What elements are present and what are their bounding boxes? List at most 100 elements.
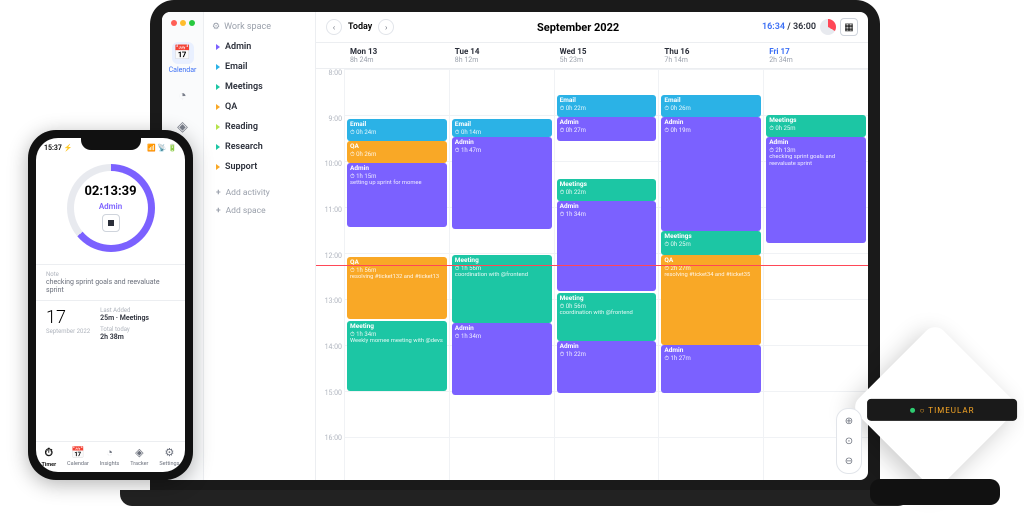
date-picker-button[interactable]: ▦: [840, 18, 858, 36]
day-header[interactable]: Thu 167h 14m: [658, 43, 763, 68]
tab-label: Timer: [41, 462, 56, 468]
calendar-event[interactable]: QA⏱ 2h 27mresolving #ticket34 and #ticke…: [661, 255, 761, 345]
sidebar-item-email[interactable]: Email: [212, 58, 307, 76]
calendar-event[interactable]: Meeting⏱ 0h 56mcoordination with @fronte…: [557, 293, 657, 341]
calendar-event[interactable]: QA⏱ 0h 26m: [347, 141, 447, 163]
day-column[interactable]: Email⏱ 0h 26mAdmin⏱ 0h 19mMeetings⏱ 0h 2…: [658, 69, 763, 480]
day-header[interactable]: Fri 172h 34m: [763, 43, 868, 68]
laptop-frame: 📅 Calendar ◔ ◈ ⚙ Work space AdminEmailMe…: [150, 0, 880, 492]
day-headers: Mon 138h 24mTue 148h 12mWed 155h 23mThu …: [316, 43, 868, 69]
calendar-event[interactable]: Admin⏱ 1h 34m: [557, 201, 657, 291]
calendar-event[interactable]: Meetings⏱ 0h 25m: [661, 231, 761, 255]
workspace-header[interactable]: ⚙ Work space: [212, 22, 307, 32]
calendar-event[interactable]: Meetings⏱ 0h 22m: [557, 179, 657, 201]
sidebar-item-qa[interactable]: QA: [212, 98, 307, 116]
calendar-event[interactable]: Admin⏱ 0h 19m: [661, 117, 761, 231]
calendar-event[interactable]: Email⏱ 0h 26m: [661, 95, 761, 117]
event-duration: ⏱ 1h 15m: [350, 173, 444, 180]
sidebar-item-reading[interactable]: Reading: [212, 118, 307, 136]
calendar-event[interactable]: Admin⏱ 1h 15msetting up sprint for momee: [347, 163, 447, 227]
add-activity-button[interactable]: + Add activity: [212, 184, 307, 202]
add-activity-label: Add activity: [226, 188, 270, 198]
settings-icon: ⚙: [164, 446, 174, 459]
stop-button[interactable]: [102, 214, 120, 232]
note-block[interactable]: Note checking sprint goals and reevaluat…: [36, 264, 185, 300]
zoom-out-button[interactable]: ⊖: [841, 453, 857, 469]
event-duration: ⏱ 1h 56m: [350, 267, 444, 274]
calendar-event[interactable]: Admin⏱ 1h 22m: [557, 341, 657, 393]
phone-frame: 15:37 ⚡ 📶 📡 🔋 02:13:39 Admin Note checki…: [28, 130, 193, 480]
timer-activity[interactable]: Admin: [99, 202, 122, 211]
hour-label: 12:00: [316, 252, 344, 298]
calendar-event[interactable]: Meetings⏱ 0h 25m: [766, 115, 866, 137]
hour-label: 10:00: [316, 160, 344, 206]
now-indicator: 12:16: [316, 265, 868, 266]
phone-tab-bar: ⏱Timer 📅 Calendar ◔Insights ◈Tracker ⚙Setting…: [36, 441, 185, 472]
day-header[interactable]: Wed 155h 23m: [554, 43, 659, 68]
event-title: Admin: [560, 203, 654, 211]
event-title: Admin: [560, 343, 654, 351]
day-name: Mon 13: [350, 47, 443, 56]
phone-tab-timer[interactable]: ⏱Timer: [41, 446, 56, 468]
minimize-icon[interactable]: [180, 20, 186, 26]
day-column[interactable]: Email⏱ 0h 24mQA⏱ 0h 26mAdmin⏱ 1h 15msett…: [344, 69, 449, 480]
date-nav: ‹ Today ›: [326, 19, 394, 35]
event-duration: ⏱ 1h 22m: [560, 351, 654, 358]
prev-button[interactable]: ‹: [326, 19, 342, 35]
calendar-event[interactable]: QA⏱ 1h 56mresolving #ticket132 and #tick…: [347, 257, 447, 319]
close-icon[interactable]: [171, 20, 177, 26]
event-title: Admin: [664, 347, 758, 355]
nav-label: Calendar: [169, 66, 197, 74]
zoom-in-button[interactable]: ⊕: [841, 413, 857, 429]
calendar-event[interactable]: Admin⏱ 0h 27m: [557, 117, 657, 141]
phone-tab-tracker[interactable]: ◈Tracker: [130, 446, 148, 468]
hour-label: 11:00: [316, 206, 344, 252]
maximize-icon[interactable]: [189, 20, 195, 26]
sidebar-item-support[interactable]: Support: [212, 158, 307, 176]
event-duration: ⏱ 2h 13m: [769, 147, 863, 154]
day-header[interactable]: Tue 148h 12m: [449, 43, 554, 68]
calendar-event[interactable]: Meeting⏱ 1h 34mWeekly momee meeting with…: [347, 321, 447, 391]
day-duration: 5h 23m: [560, 56, 653, 64]
plus-icon: +: [216, 206, 221, 216]
day-name: Wed 15: [560, 47, 653, 56]
calendar-event[interactable]: Admin⏱ 2h 13mchecking sprint goals and r…: [766, 137, 866, 243]
event-title: Email: [560, 97, 654, 105]
add-space-button[interactable]: + Add space: [212, 202, 307, 220]
calendar-event[interactable]: Admin⏱ 1h 47m: [452, 137, 552, 229]
calendar-event[interactable]: Email⏱ 0h 24m: [347, 119, 447, 141]
calendar-event[interactable]: Email⏱ 0h 14m: [452, 119, 552, 137]
sidebar-item-meetings[interactable]: Meetings: [212, 78, 307, 96]
event-duration: ⏱ 1h 34m: [350, 331, 444, 338]
event-note: resolving #ticket132 and #ticket13: [350, 274, 444, 281]
day-header[interactable]: Mon 138h 24m: [344, 43, 449, 68]
sidebar-item-admin[interactable]: Admin: [212, 38, 307, 56]
nav-insights[interactable]: ◔: [172, 84, 194, 106]
calendar-event[interactable]: Admin⏱ 1h 27m: [661, 345, 761, 393]
calendar-event[interactable]: Admin⏱ 1h 34m: [452, 323, 552, 395]
calendar-icon: 📅: [71, 446, 85, 459]
next-button[interactable]: ›: [378, 19, 394, 35]
phone-tab-calendar[interactable]: 📅 Calendar: [67, 446, 89, 468]
gear-icon: ⚙: [212, 22, 220, 32]
sidebar-item-research[interactable]: Research: [212, 138, 307, 156]
status-icons: 📶 📡 🔋: [147, 144, 177, 152]
event-duration: ⏱ 1h 47m: [455, 147, 549, 154]
day-column[interactable]: Email⏱ 0h 14mAdmin⏱ 1h 47mMeeting⏱ 1h 56…: [449, 69, 554, 480]
zoom-reset-button[interactable]: ⊙: [841, 433, 857, 449]
stop-icon: [108, 220, 114, 226]
event-duration: ⏱ 0h 19m: [664, 127, 758, 134]
phone-tab-insights[interactable]: ◔Insights: [100, 446, 119, 468]
phone-tab-settings[interactable]: ⚙Settings: [159, 446, 179, 468]
event-duration: ⏱ 0h 26m: [664, 105, 758, 112]
day-column[interactable]: Email⏱ 0h 22mAdmin⏱ 0h 27m Meetings⏱ 0h 2…: [554, 69, 659, 480]
event-duration: ⏱ 0h 25m: [664, 241, 758, 248]
window-controls[interactable]: [171, 20, 195, 26]
calendar-grid[interactable]: 8:009:0010:0011:0012:0013:0014:0015:0016…: [316, 69, 868, 480]
tab-label: Calendar: [67, 461, 89, 467]
calendar-event[interactable]: Email⏱ 0h 22m: [557, 95, 657, 117]
today-button[interactable]: Today: [348, 22, 372, 32]
nav-calendar[interactable]: 📅 Calendar: [169, 42, 197, 74]
color-triangle-icon: [216, 164, 220, 170]
event-title: Admin: [350, 165, 444, 173]
